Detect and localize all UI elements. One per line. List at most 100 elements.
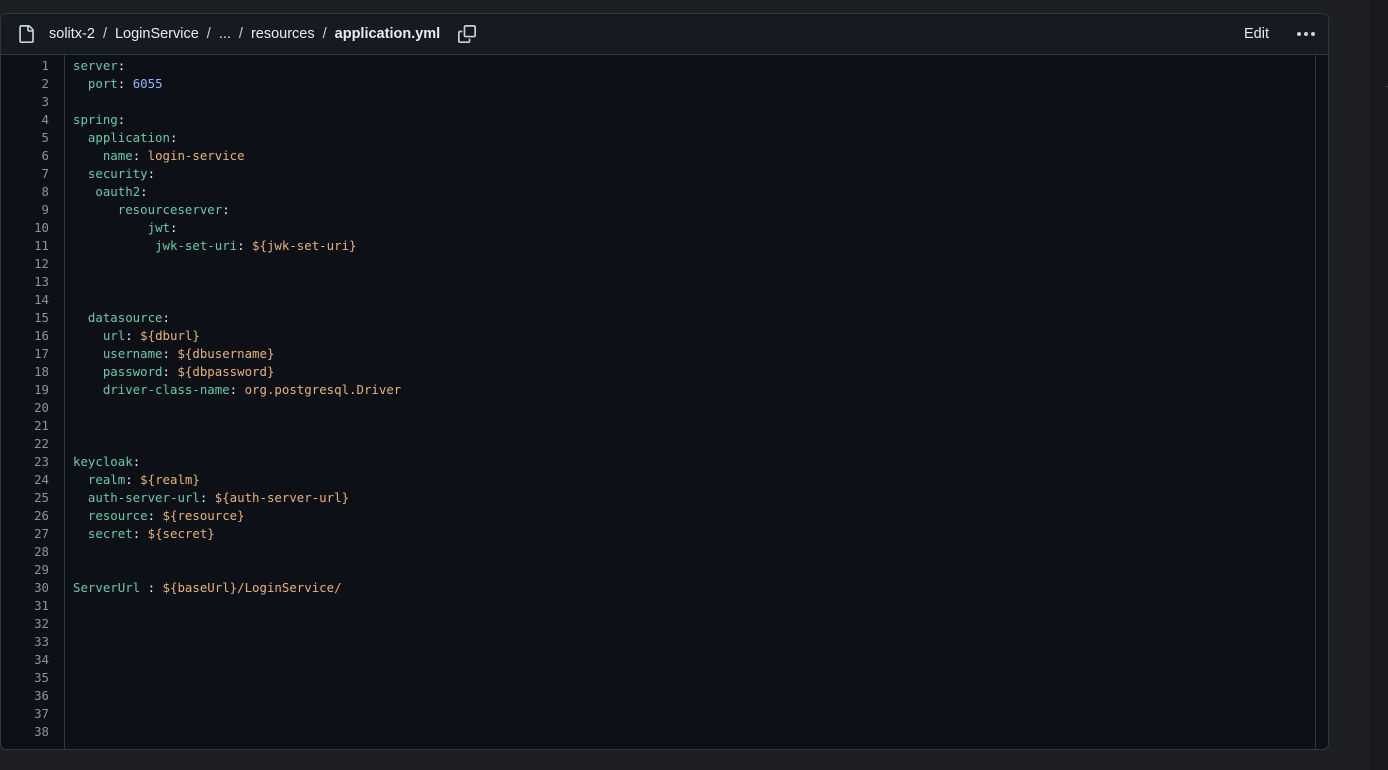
line-number: 31 <box>34 598 49 613</box>
code-line: jwt: <box>65 219 1315 237</box>
yaml-number: 6055 <box>132 76 163 91</box>
code-line: security: <box>65 165 1315 183</box>
code-line: resource: ${resource} <box>65 507 1315 525</box>
breadcrumb-folder[interactable]: LoginService <box>115 26 199 42</box>
yaml-punctuation <box>73 184 95 199</box>
yaml-punctuation <box>73 490 88 505</box>
yaml-key: security <box>87 166 148 181</box>
line-number: 36 <box>34 688 49 703</box>
line-number-gutter: 1 2 3 4 5 6 7 8 9 10 11 12 13 14 15 16 17 18 19 20 21 22 23 24 2… <box>1 55 65 749</box>
code-line: realm: ${realm} <box>65 471 1315 489</box>
yaml-value: ${jwk-set-uri} <box>252 238 357 253</box>
yaml-key: auth-server-url <box>87 490 200 505</box>
file-icon <box>19 25 34 43</box>
yaml-value: login-service <box>147 148 245 163</box>
line-number: 4 <box>41 112 49 127</box>
yaml-value: ${auth-server-url} <box>214 490 350 505</box>
yaml-key: name <box>102 148 133 163</box>
line-number: 11 <box>34 238 49 253</box>
edit-button[interactable]: Edit <box>1237 14 1276 54</box>
line-number: 18 <box>34 364 49 379</box>
yaml-punctuation <box>73 328 103 343</box>
yaml-key: application <box>87 130 170 145</box>
yaml-key: oauth2 <box>95 184 141 199</box>
line-number: 26 <box>34 508 49 523</box>
yaml-key: datasource <box>87 310 163 325</box>
line-number: 2 <box>41 76 49 91</box>
yaml-value: ${baseUrl}/LoginService/ <box>162 580 342 595</box>
breadcrumb-current-file: application.yml <box>334 26 441 42</box>
line-number: 19 <box>34 382 49 397</box>
code-line: keycloak: <box>65 453 1315 471</box>
line-number: 27 <box>34 526 49 541</box>
line-number: 14 <box>34 292 49 307</box>
line-number: 5 <box>41 130 49 145</box>
breadcrumb: solitx-2 / LoginService / ... / resource… <box>49 14 440 54</box>
line-number: 34 <box>34 652 49 667</box>
yaml-key: ServerUrl <box>73 580 141 595</box>
yaml-punctuation: : <box>117 58 126 73</box>
yaml-key: resource <box>87 508 148 523</box>
code-line: spring: <box>65 111 1315 129</box>
line-number: 21 <box>34 418 49 433</box>
yaml-punctuation: : <box>229 382 245 397</box>
code-area: 1 2 3 4 5 6 7 8 9 10 11 12 13 14 15 16 17 18 19 20 21 22 23 24 2… <box>1 55 1328 749</box>
yaml-value: ${realm} <box>140 472 200 487</box>
line-number: 12 <box>34 256 49 271</box>
line-number: 9 <box>41 202 49 217</box>
line-number: 23 <box>34 454 49 469</box>
vertical-divider <box>1315 55 1316 749</box>
code-line: application: <box>65 129 1315 147</box>
breadcrumb-repo[interactable]: solitx-2 <box>49 26 95 42</box>
file-viewer-panel: solitx-2 / LoginService / ... / resource… <box>0 13 1329 750</box>
yaml-value: ${secret} <box>147 526 215 541</box>
yaml-punctuation: : <box>199 490 215 505</box>
yaml-punctuation: : <box>162 346 178 361</box>
code-content[interactable]: server: port: 6055 spring: application: … <box>65 55 1315 749</box>
yaml-punctuation: : <box>147 166 156 181</box>
yaml-key: url <box>102 328 126 343</box>
yaml-key: keycloak <box>73 454 133 469</box>
code-line: password: ${dbpassword} <box>65 363 1315 381</box>
line-number: 28 <box>34 544 49 559</box>
line-number: 8 <box>41 184 49 199</box>
yaml-value: ${dburl} <box>140 328 200 343</box>
breadcrumb-subfolder[interactable]: resources <box>251 26 315 42</box>
code-line: url: ${dburl} <box>65 327 1315 345</box>
yaml-punctuation: : <box>132 454 141 469</box>
yaml-punctuation: : <box>132 148 148 163</box>
breadcrumb-separator: / <box>238 26 243 42</box>
yaml-punctuation: : <box>162 364 178 379</box>
breadcrumb-ellipsis[interactable]: ... <box>219 26 231 42</box>
yaml-key: jwt <box>147 220 170 235</box>
copy-icon[interactable] <box>458 25 476 43</box>
breadcrumb-separator: / <box>322 26 327 42</box>
yaml-key: spring <box>73 112 118 127</box>
kebab-more-icon[interactable] <box>1292 25 1320 43</box>
line-number: 20 <box>34 400 49 415</box>
yaml-punctuation <box>73 346 103 361</box>
code-line: oauth2: <box>65 183 1315 201</box>
code-line: server: <box>65 57 1315 75</box>
yaml-punctuation: : <box>125 472 141 487</box>
line-number: 33 <box>34 634 49 649</box>
line-number: 3 <box>41 94 49 109</box>
line-number: 15 <box>34 310 49 325</box>
line-number: 38 <box>34 724 49 739</box>
code-line: driver-class-name: org.postgresql.Driver <box>65 381 1315 399</box>
line-number: 13 <box>34 274 49 289</box>
right-sidebar-edge <box>1369 0 1388 770</box>
yaml-value: ${dbpassword} <box>177 364 275 379</box>
code-line: auth-server-url: ${auth-server-url} <box>65 489 1315 507</box>
code-line: name: login-service <box>65 147 1315 165</box>
code-line: ServerUrl : ${baseUrl}/LoginService/ <box>65 579 1315 597</box>
